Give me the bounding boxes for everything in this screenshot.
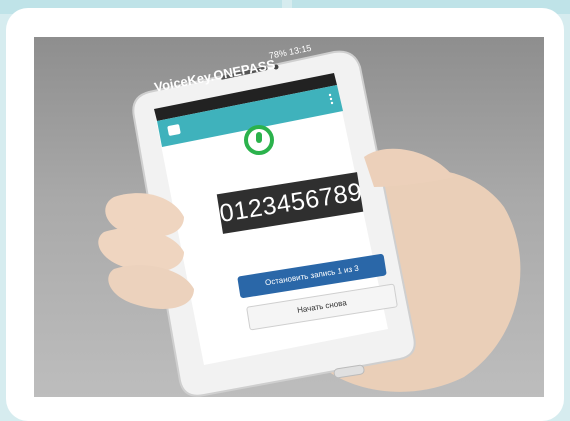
overflow-menu-icon[interactable] — [328, 93, 332, 97]
microphone-icon[interactable] — [256, 132, 262, 143]
